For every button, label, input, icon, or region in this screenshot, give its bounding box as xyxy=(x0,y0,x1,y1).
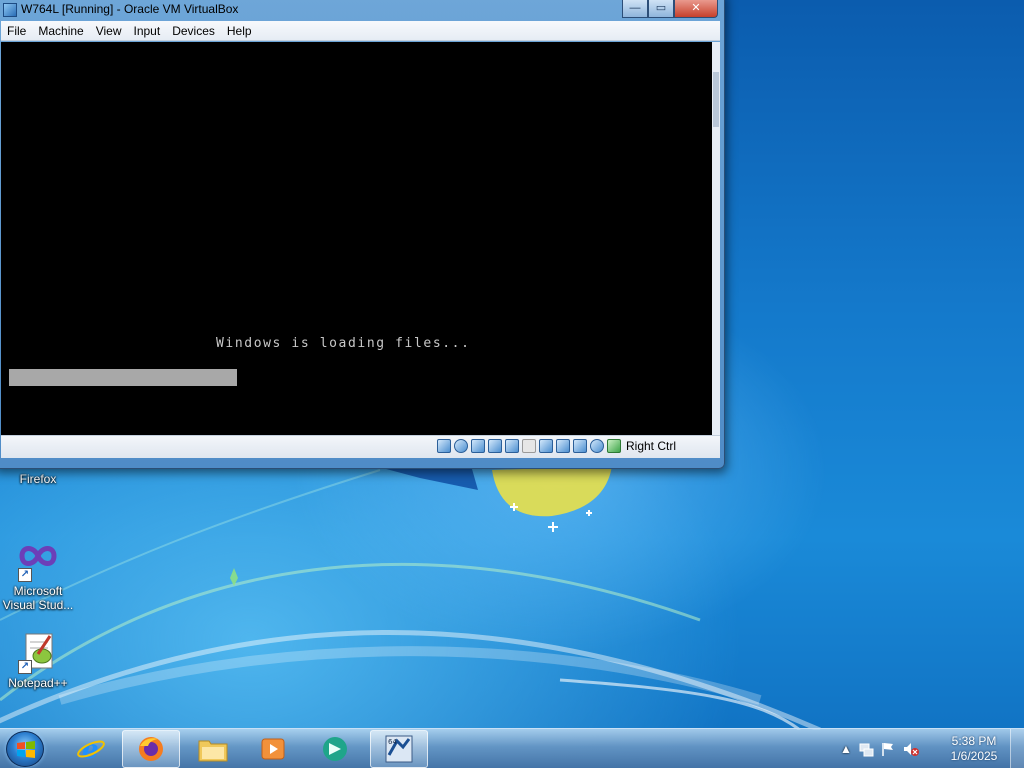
visual-studio-icon: ↗ xyxy=(16,538,60,582)
usb-icon[interactable] xyxy=(505,439,519,453)
shortcut-arrow-icon: ↗ xyxy=(18,568,32,582)
taskbar-internet-explorer[interactable]: e xyxy=(62,730,120,768)
audio-icon[interactable] xyxy=(471,439,485,453)
taskbar-media-player[interactable] xyxy=(244,730,302,768)
menu-bar: File Machine View Input Devices Help xyxy=(1,21,720,41)
taskbar-firefox[interactable] xyxy=(122,730,180,768)
taskbar-virtualbox[interactable]: 64 xyxy=(370,730,428,768)
taskbar-file-explorer[interactable] xyxy=(184,730,242,768)
app-icon xyxy=(323,737,347,761)
optical-drive-icon[interactable] xyxy=(454,439,468,453)
desktop-icon-notepadpp[interactable]: ↗ Notepad++ xyxy=(0,630,76,690)
network-icon[interactable] xyxy=(858,741,874,757)
virtualbox-window[interactable]: W764L [Running] - Oracle VM VirtualBox —… xyxy=(0,0,725,469)
show-desktop-button[interactable] xyxy=(1010,729,1024,768)
svg-text:64: 64 xyxy=(388,738,397,746)
host-key-label[interactable]: Right Ctrl xyxy=(626,439,676,453)
system-tray: ▲ xyxy=(840,729,920,768)
desktop-icon-label: Notepad++ xyxy=(8,676,68,690)
desktop-icon-label: Firefox xyxy=(19,472,57,486)
menu-help[interactable]: Help xyxy=(221,21,258,41)
boot-progress-fill xyxy=(9,369,237,386)
taskbar-clock[interactable]: 5:38 PM 1/6/2025 xyxy=(944,734,1004,764)
start-button[interactable] xyxy=(6,731,44,767)
mouse-integration-icon[interactable] xyxy=(590,439,604,453)
action-center-flag-icon[interactable] xyxy=(880,741,896,757)
boot-loading-message: Windows is loading files... xyxy=(216,336,471,351)
internet-explorer-icon: e xyxy=(77,735,105,764)
maximize-button[interactable]: ▭ xyxy=(648,0,674,18)
menu-machine[interactable]: Machine xyxy=(32,21,89,41)
media-player-icon xyxy=(261,738,285,760)
window-controls: — ▭ ✕ xyxy=(622,0,718,18)
firefox-icon xyxy=(139,737,163,761)
window-title: W764L [Running] - Oracle VM VirtualBox xyxy=(21,2,239,16)
display-icon[interactable] xyxy=(539,439,553,453)
scrollbar-thumb[interactable] xyxy=(713,72,719,127)
windows-logo-icon xyxy=(17,741,35,758)
network-icon[interactable] xyxy=(488,439,502,453)
taskbar: e 64 ▲ 5:38 PM 1/6/2025 xyxy=(0,728,1024,768)
desktop-icon-label: Microsoft Visual Stud... xyxy=(2,584,74,612)
menu-input[interactable]: Input xyxy=(128,21,167,41)
window-titlebar[interactable]: W764L [Running] - Oracle VM VirtualBox —… xyxy=(1,0,718,21)
menu-view[interactable]: View xyxy=(90,21,128,41)
desktop-icon-visual-studio[interactable]: ↗ Microsoft Visual Stud... xyxy=(0,538,76,612)
show-hidden-icons[interactable]: ▲ xyxy=(840,742,852,756)
notepadpp-icon: ↗ xyxy=(16,630,60,674)
menu-file[interactable]: File xyxy=(1,21,32,41)
video-capture-icon[interactable] xyxy=(556,439,570,453)
guest-display[interactable]: Windows is loading files... xyxy=(1,42,712,435)
shared-folders-icon[interactable] xyxy=(522,439,536,453)
status-indicators: Right Ctrl xyxy=(437,439,676,453)
virtualbox-icon xyxy=(3,3,17,17)
taskbar-app[interactable] xyxy=(306,730,364,768)
clock-date: 1/6/2025 xyxy=(950,749,998,763)
minimize-button[interactable]: — xyxy=(622,0,648,18)
volume-muted-icon[interactable] xyxy=(902,741,920,757)
status-bar: Right Ctrl xyxy=(1,435,720,458)
svg-text:e: e xyxy=(82,735,99,764)
cpu-icon[interactable] xyxy=(607,439,621,453)
file-explorer-icon xyxy=(198,740,228,762)
virtualization-icon[interactable] xyxy=(573,439,587,453)
display-scrollbar[interactable] xyxy=(712,42,720,435)
shortcut-arrow-icon: ↗ xyxy=(18,660,32,674)
close-button[interactable]: ✕ xyxy=(674,0,718,18)
virtualbox-icon: 64 xyxy=(385,735,413,763)
clock-time: 5:38 PM xyxy=(951,734,997,748)
boot-progress-bar xyxy=(9,369,699,386)
menu-devices[interactable]: Devices xyxy=(166,21,221,41)
hard-disk-icon[interactable] xyxy=(437,439,451,453)
